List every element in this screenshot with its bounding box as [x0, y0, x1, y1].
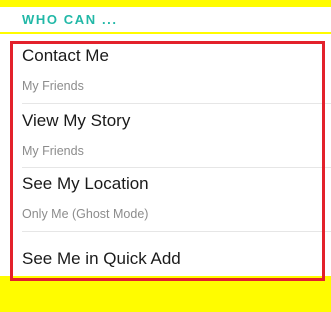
section-title: WHO CAN ...: [22, 12, 118, 27]
settings-screen: WHO CAN ... Contact Me My Friends View M…: [0, 0, 331, 281]
section-header: WHO CAN ...: [0, 7, 331, 32]
setting-value: Only Me (Ghost Mode): [22, 207, 149, 221]
who-can-settings-list: Contact Me My Friends View My Story My F…: [0, 34, 331, 276]
divider: [22, 103, 331, 104]
setting-title: Contact Me: [22, 46, 109, 65]
setting-row-view-my-story[interactable]: View My Story My Friends: [0, 111, 331, 174]
setting-row-see-my-location[interactable]: See My Location Only Me (Ghost Mode): [0, 174, 331, 237]
divider: [22, 231, 331, 232]
setting-row-see-me-in-quick-add[interactable]: See Me in Quick Add: [0, 249, 331, 312]
setting-value: My Friends: [22, 144, 84, 158]
divider: [22, 167, 331, 168]
setting-row-contact-me[interactable]: Contact Me My Friends: [0, 46, 331, 109]
setting-title: See My Location: [22, 174, 149, 193]
setting-value: My Friends: [22, 79, 84, 93]
setting-title: View My Story: [22, 111, 131, 130]
setting-title: See Me in Quick Add: [22, 249, 181, 268]
